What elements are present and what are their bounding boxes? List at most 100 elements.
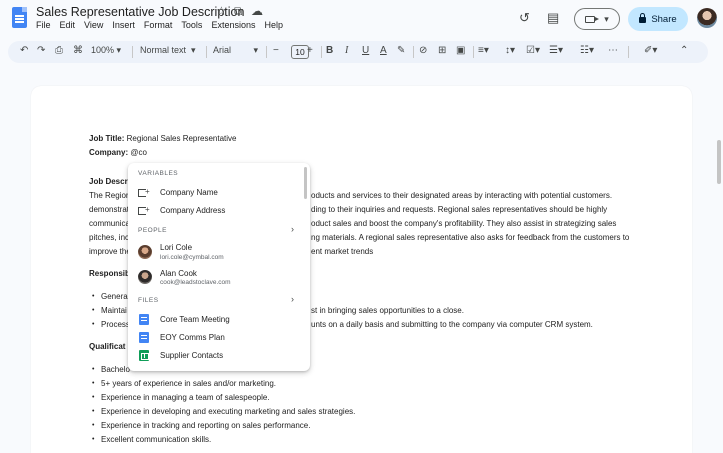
chevron-down-icon: ▾: [604, 13, 609, 24]
title-bar: Sales Representative Job Description ☆ ⧉…: [0, 0, 723, 38]
menu-view[interactable]: View: [84, 20, 103, 30]
list-item: st in bringing sales opportunities to a …: [311, 306, 464, 315]
variables-section-header: VARIABLES: [138, 170, 179, 177]
bullet: •: [92, 366, 95, 373]
menu-edit[interactable]: Edit: [60, 20, 76, 30]
align-icon[interactable]: ≡▾: [478, 45, 489, 56]
scrollbar-thumb[interactable]: [717, 140, 721, 184]
list-item: 5+ years of experience in sales and/or m…: [101, 379, 276, 388]
text-color-icon[interactable]: A: [380, 45, 387, 56]
share-button[interactable]: Share: [628, 7, 688, 31]
body-text: oduct sales and boost the company's prof…: [311, 219, 617, 228]
style-select[interactable]: Normal text ▾: [140, 45, 196, 56]
menu-tools[interactable]: Tools: [181, 20, 202, 30]
increase-font-size-icon[interactable]: +: [307, 45, 313, 56]
person-email: cook@leadstoclave.com: [160, 279, 231, 286]
document-title[interactable]: Sales Representative Job Description: [36, 5, 244, 19]
divider: [266, 46, 267, 58]
comments-icon[interactable]: ▤: [547, 10, 559, 26]
bullet: •: [92, 307, 95, 314]
underline-icon[interactable]: U: [362, 45, 369, 56]
star-icon[interactable]: ☆: [216, 4, 227, 18]
list-item: Process: [101, 320, 130, 329]
account-avatar[interactable]: [697, 8, 717, 28]
body-text: demonstrati: [89, 205, 131, 214]
list-item: Excellent communication skills.: [101, 435, 212, 444]
docs-file-icon: [139, 314, 149, 325]
divider: [206, 46, 207, 58]
lock-icon: [639, 13, 647, 23]
formatting-toolbar: ↶ ↷ ⎙ ⌘ 100% ▾ Normal text ▾ Arial ▾ − 1…: [8, 41, 708, 63]
docs-logo-icon[interactable]: [12, 7, 27, 28]
chevron-right-icon[interactable]: ›: [291, 224, 294, 234]
paint-format-icon[interactable]: ⌘: [73, 45, 83, 56]
list-item: Experience in tracking and reporting on …: [101, 421, 311, 430]
files-section-header: FILES: [138, 297, 159, 304]
link-icon[interactable]: ⊘: [419, 45, 427, 56]
people-section-header: PEOPLE: [138, 227, 168, 234]
more-options-icon[interactable]: ⋯: [608, 45, 618, 56]
body-text: ng materials. A regional sales represent…: [311, 233, 630, 242]
variable-icon: [138, 205, 150, 215]
job-description-heading: Job Descri: [89, 177, 130, 186]
person-name: Alan Cook: [160, 269, 197, 278]
cloud-status-icon[interactable]: ☁: [251, 4, 263, 18]
font-select[interactable]: Arial ▾: [213, 45, 258, 56]
file-name: Supplier Contacts: [160, 351, 224, 360]
meet-button[interactable]: ▾: [574, 8, 620, 30]
company-label: Company:: [89, 148, 129, 157]
company-line: Company: @co: [89, 148, 147, 157]
move-folder-icon[interactable]: ⧉: [234, 4, 243, 19]
zoom-select[interactable]: 100% ▾: [91, 45, 121, 56]
divider: [413, 46, 414, 58]
menu-extensions[interactable]: Extensions: [211, 20, 255, 30]
editing-mode-icon[interactable]: ✐▾: [644, 45, 657, 56]
bulleted-list-icon[interactable]: ☰▾: [549, 45, 563, 56]
bullet: •: [92, 436, 95, 443]
dropdown-scrollbar[interactable]: [304, 167, 307, 199]
list-item: Experience in developing and executing m…: [101, 407, 356, 416]
body-text: The Region: [89, 191, 131, 200]
comment-add-icon[interactable]: ⊞: [438, 45, 446, 56]
person-avatar: [138, 270, 152, 284]
chevron-right-icon[interactable]: ›: [291, 294, 294, 304]
bullet: •: [92, 422, 95, 429]
image-icon[interactable]: ▣: [456, 45, 465, 56]
italic-icon[interactable]: I: [345, 45, 348, 56]
bullet: •: [92, 380, 95, 387]
body-text: oducts and services to their designated …: [311, 191, 613, 200]
list-item: Experience in managing a team of salespe…: [101, 393, 270, 402]
decrease-font-size-icon[interactable]: −: [273, 45, 279, 56]
docs-file-icon: [139, 332, 149, 343]
collapse-menus-icon[interactable]: ⌃: [680, 45, 688, 56]
menu-insert[interactable]: Insert: [112, 20, 135, 30]
variable-icon: [138, 187, 150, 197]
checklist-icon[interactable]: ☑▾: [526, 45, 540, 56]
file-name: Core Team Meeting: [160, 315, 230, 324]
divider: [132, 46, 133, 58]
line-spacing-icon[interactable]: ↕▾: [505, 45, 515, 56]
numbered-list-icon[interactable]: ☷▾: [580, 45, 594, 56]
menu-file[interactable]: File: [36, 20, 51, 30]
highlight-icon[interactable]: ✎: [397, 45, 405, 56]
menu-bar: File Edit View Insert Format Tools Exten…: [36, 20, 292, 30]
divider: [628, 46, 629, 58]
list-item: unts on a daily basis and submitting to …: [311, 320, 593, 329]
list-item: Maintai: [101, 306, 127, 315]
undo-icon[interactable]: ↶: [20, 45, 28, 56]
item-label: Company Name: [160, 188, 218, 197]
body-text: communica: [89, 219, 130, 228]
divider: [473, 46, 474, 58]
menu-format[interactable]: Format: [144, 20, 173, 30]
company-mention-input[interactable]: @co: [130, 148, 147, 157]
bold-icon[interactable]: B: [326, 45, 333, 56]
list-item: Bachelo: [101, 365, 130, 374]
redo-icon[interactable]: ↷: [37, 45, 45, 56]
person-name: Lori Cole: [160, 243, 193, 252]
print-icon[interactable]: ⎙: [55, 45, 63, 56]
menu-help[interactable]: Help: [264, 20, 283, 30]
version-history-icon[interactable]: ↺: [519, 10, 530, 26]
body-text: ding to their inquiries and requests. Re…: [311, 205, 608, 214]
responsibilities-heading: Responsib: [89, 269, 130, 278]
divider: [321, 46, 322, 58]
